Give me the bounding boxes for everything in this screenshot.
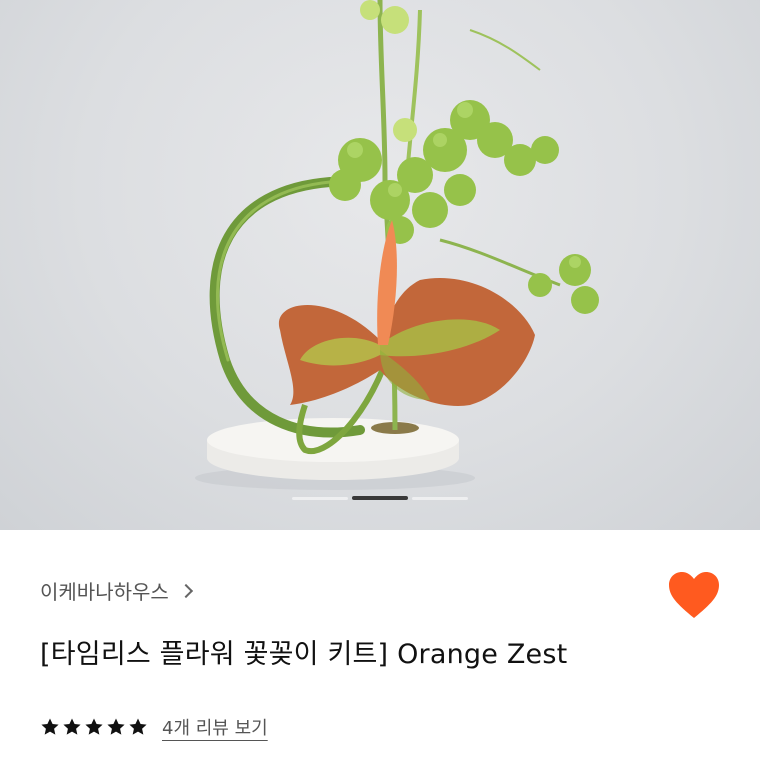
pager-dot[interactable]: [292, 496, 348, 500]
seller-name: 이케바나하우스: [40, 580, 169, 604]
pager-dot[interactable]: [412, 496, 468, 500]
heart-icon: [669, 572, 719, 618]
rating-stars: [40, 717, 148, 737]
product-title: [타임리스 플라워 꽃꽂이 키트] Orange Zest: [40, 639, 568, 670]
seller-link[interactable]: 이케바나하우스: [40, 576, 193, 605]
star-icon: [40, 717, 60, 737]
star-icon: [106, 717, 126, 737]
chevron-right-icon: [178, 583, 193, 598]
star-icon: [128, 717, 148, 737]
rating-row: 4개 리뷰 보기: [40, 714, 268, 740]
star-icon: [62, 717, 82, 737]
gallery-pager: [292, 496, 468, 500]
product-image-gallery[interactable]: [0, 0, 760, 530]
star-icon: [84, 717, 104, 737]
reviews-link[interactable]: 4개 리뷰 보기: [162, 714, 268, 740]
pager-dot-active[interactable]: [352, 496, 408, 500]
product-image: [195, 0, 599, 490]
wishlist-button[interactable]: [667, 570, 721, 620]
